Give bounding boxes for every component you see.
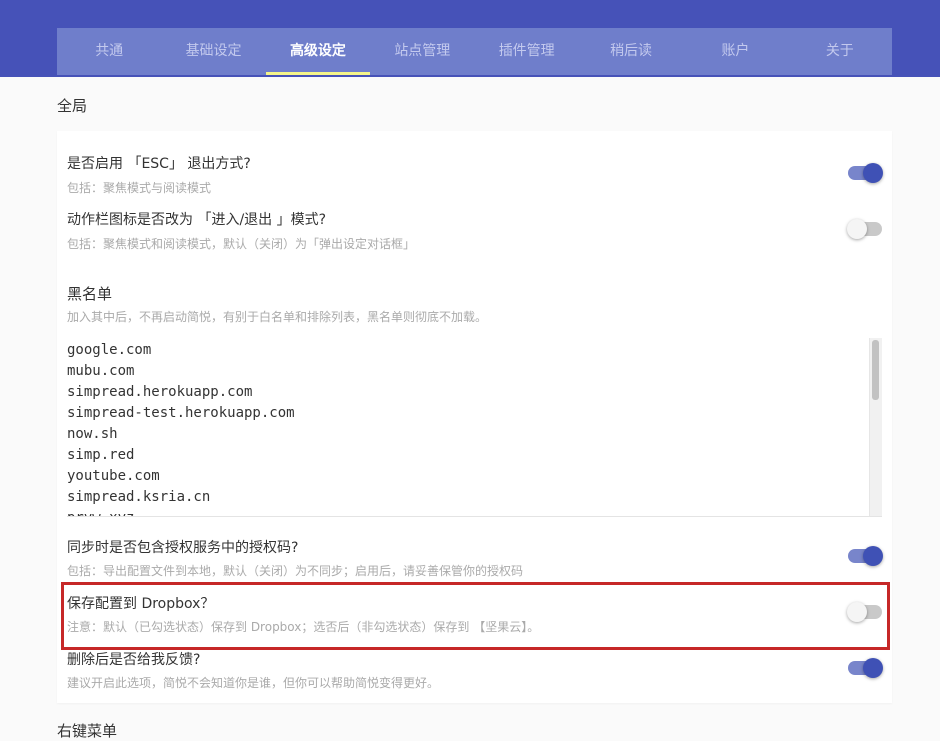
toggle-delete-feedback[interactable] <box>847 656 883 680</box>
blacklist-item: now.sh <box>67 426 118 442</box>
option-sync-auth-title: 同步时是否包含授权服务中的授权码? <box>67 540 299 556</box>
tab-bar: 共通 基础设定 高级设定 站点管理 插件管理 稍后读 账户 关于 <box>57 28 892 75</box>
option-action-icon-title: 动作栏图标是否改为 「进入/退出 」模式? <box>67 212 327 228</box>
blacklist-item: simpread-test.herokuapp.com <box>67 405 295 421</box>
option-esc-desc: 包括：聚焦模式与阅读模式 <box>67 181 212 195</box>
toggle-thumb <box>847 219 867 239</box>
blacklist-scrollbar[interactable] <box>869 338 882 516</box>
option-dropbox-title: 保存配置到 Dropbox？ <box>67 596 215 612</box>
toggle-thumb <box>863 658 883 678</box>
blacklist-list: google.com mubu.com simpread.herokuapp.c… <box>67 340 295 516</box>
toggle-save-to-dropbox[interactable] <box>847 600 883 624</box>
section-title-global: 全局 <box>57 97 88 115</box>
tab-basic-settings[interactable]: 基础设定 <box>161 28 265 75</box>
blacklist-item: google.com <box>67 342 152 358</box>
tab-read-later[interactable]: 稍后读 <box>579 28 683 75</box>
option-sync-auth-desc: 包括：导出配置文件到本地，默认（关闭）为不同步；启用后，请妥善保管你的授权码 <box>67 564 524 578</box>
toggle-sync-auth-code[interactable] <box>847 544 883 568</box>
blacklist-item: simpread.ksria.cn <box>67 489 211 505</box>
blacklist-item: mubu.com <box>67 363 135 379</box>
tab-site-management[interactable]: 站点管理 <box>370 28 474 75</box>
blacklist-textarea[interactable]: google.com mubu.com simpread.herokuapp.c… <box>67 336 882 517</box>
toggle-thumb <box>863 163 883 183</box>
option-feedback-title: 删除后是否给我反馈? <box>67 652 201 668</box>
toggle-thumb <box>847 602 867 622</box>
section-title-context-menu: 右键菜单 <box>57 722 118 740</box>
toggle-esc-exit[interactable] <box>847 161 883 185</box>
option-dropbox-desc: 注意：默认（已勾选状态）保存到 Dropbox；选否后（非勾选状态）保存到 【坚… <box>67 620 540 634</box>
option-esc-title: 是否启用 「ESC」 退出方式? <box>67 156 251 172</box>
tab-plugin-management[interactable]: 插件管理 <box>475 28 579 75</box>
blacklist-item: simpread.herokuapp.com <box>67 384 253 400</box>
toggle-thumb <box>863 546 883 566</box>
blacklist-title: 黑名单 <box>67 285 113 303</box>
tab-account[interactable]: 账户 <box>683 28 787 75</box>
blacklist-item: prvw.xyz <box>67 508 295 516</box>
scrollbar-thumb[interactable] <box>872 340 879 400</box>
blacklist-item: simp.red <box>67 447 135 463</box>
option-action-icon-desc: 包括：聚焦模式和阅读模式，默认（关闭）为「弹出设定对话框」 <box>67 237 416 251</box>
settings-card: 是否启用 「ESC」 退出方式? 包括：聚焦模式与阅读模式 动作栏图标是否改为 … <box>57 131 892 703</box>
blacklist-desc: 加入其中后，不再启动简悦，有别于白名单和排除列表，黑名单则彻底不加载。 <box>67 310 488 324</box>
tab-about[interactable]: 关于 <box>788 28 892 75</box>
tab-common[interactable]: 共通 <box>57 28 161 75</box>
tab-advanced-settings[interactable]: 高级设定 <box>265 28 371 75</box>
blacklist-item: youtube.com <box>67 468 160 484</box>
option-feedback-desc: 建议开启此选项，简悦不会知道你是谁，但你可以帮助简悦变得更好。 <box>67 676 440 690</box>
toggle-action-icon-mode[interactable] <box>847 217 883 241</box>
